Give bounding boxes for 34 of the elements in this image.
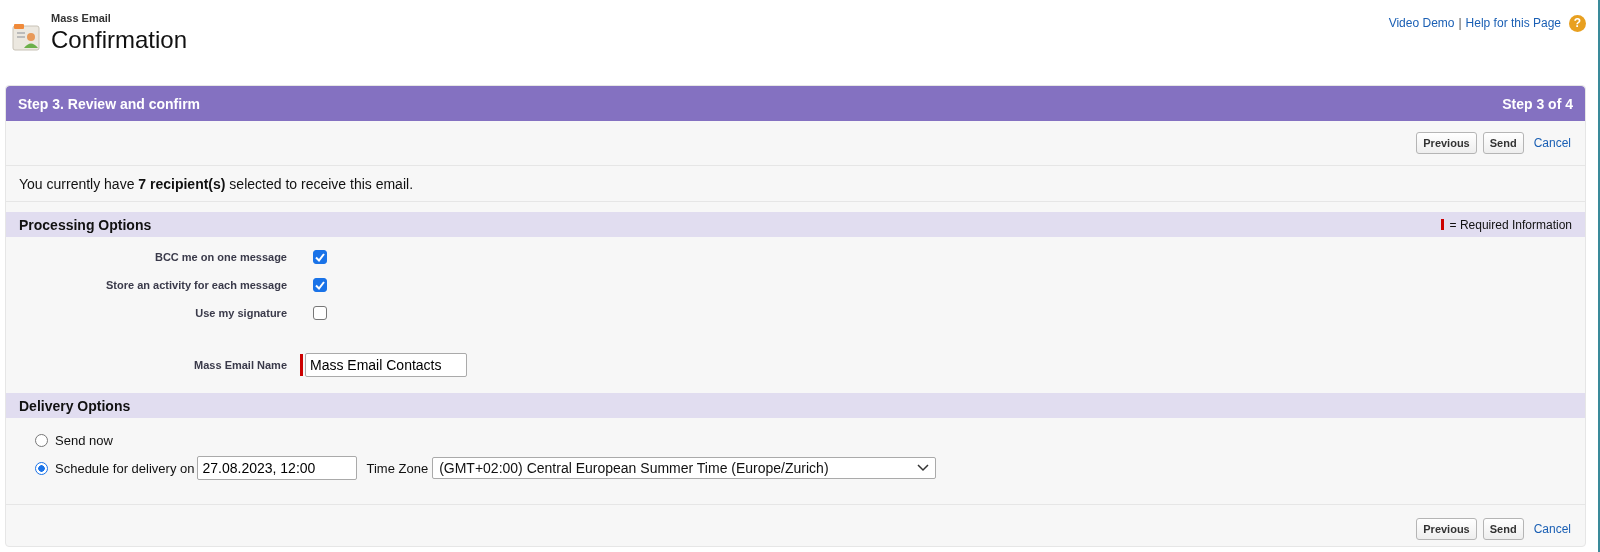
- send-button[interactable]: Send: [1482, 132, 1524, 154]
- recipients-text: You currently have 7 recipient(s) selected to receive this email.: [19, 176, 413, 192]
- section-title: Processing Options: [19, 216, 152, 233]
- radio-label: Schedule for delivery on: [55, 460, 195, 476]
- link-separator: |: [1458, 16, 1462, 30]
- step-title: Step 3. Review and confirm: [18, 95, 201, 112]
- required-marker: [1440, 219, 1444, 230]
- required-legend: = Required Information: [1449, 217, 1572, 232]
- checkbox[interactable]: [313, 306, 327, 320]
- field-label: Mass Email Name: [193, 359, 288, 371]
- radio-label: Send now: [55, 432, 113, 448]
- send-button[interactable]: Send: [1482, 518, 1524, 540]
- option-label: BCC me on one message: [153, 251, 288, 263]
- checkbox[interactable]: [313, 250, 327, 264]
- radio-button[interactable]: [35, 461, 48, 475]
- previous-button[interactable]: Previous: [1416, 518, 1477, 540]
- cancel-link[interactable]: Cancel: [1533, 136, 1571, 150]
- date-field[interactable]: 27.08.2023, 12:00: [197, 456, 358, 480]
- step-counter: Step 3 of 4: [1502, 95, 1573, 112]
- previous-button[interactable]: Previous: [1416, 132, 1477, 154]
- cancel-link[interactable]: Cancel: [1533, 522, 1571, 536]
- mass-email-name-field[interactable]: Mass Email Contacts: [305, 353, 467, 377]
- section-title: Delivery Options: [19, 397, 131, 414]
- help-link[interactable]: Help for this Page: [1465, 16, 1561, 30]
- option-label: Store an activity for each message: [105, 279, 288, 291]
- page-title: Confirmation: [51, 26, 188, 54]
- time-zone-label: Time Zone: [366, 460, 429, 476]
- page-subtitle: Mass Email: [51, 12, 112, 24]
- radio-button[interactable]: [35, 433, 48, 447]
- checkbox[interactable]: [313, 278, 327, 292]
- chevron-down-icon: [917, 464, 930, 472]
- time-zone-dropdown[interactable]: (GMT+02:00) Central European Summer Time (Europe/Zurich): [432, 457, 937, 479]
- option-label: Use my signature: [194, 307, 288, 319]
- video-demo-link[interactable]: Video Demo: [1388, 16, 1455, 30]
